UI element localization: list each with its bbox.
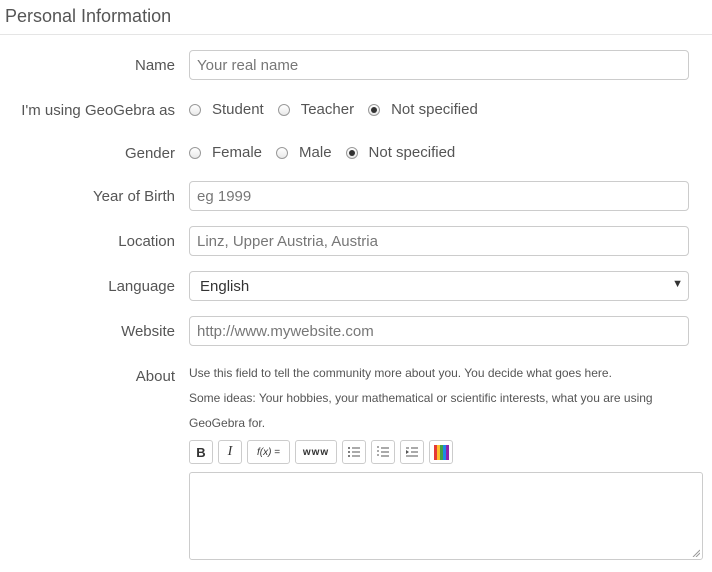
numbered-list-button[interactable] <box>371 440 395 464</box>
link-button[interactable]: www <box>295 440 337 464</box>
formula-button[interactable]: f(x) = <box>247 440 290 464</box>
website-label: Website <box>121 323 175 340</box>
role-not-specified-radio[interactable] <box>368 103 381 116</box>
color-icon <box>433 444 449 460</box>
link-icon: www <box>302 446 330 458</box>
italic-button[interactable]: I <box>218 440 242 464</box>
gender-male-radio[interactable] <box>276 146 289 159</box>
editor-toolbar: B I f(x) = www <box>189 440 458 464</box>
about-help-text: Use this field to tell the community mor… <box>189 361 709 436</box>
italic-icon: I <box>227 444 233 459</box>
resize-grip-icon[interactable] <box>692 549 700 557</box>
gender-radio-group: Female Male Not specified <box>189 144 469 161</box>
gender-female-radio[interactable] <box>189 146 201 159</box>
caret-down-icon: ▼ <box>672 278 683 290</box>
role-radio-group: Student Teacher Not specified <box>189 101 492 118</box>
language-value: English <box>200 278 250 295</box>
gender-not-specified-label: Not specified <box>368 144 456 161</box>
location-input[interactable] <box>189 226 689 256</box>
indent-list-icon <box>406 447 418 457</box>
role-student-radio[interactable] <box>189 103 201 116</box>
role-student-label: Student <box>212 101 264 118</box>
name-label: Name <box>134 57 175 74</box>
section-divider <box>0 34 712 35</box>
about-help-line-1: Use this field to tell the community mor… <box>189 366 612 380</box>
bullet-list-button[interactable] <box>342 440 366 464</box>
about-textarea[interactable] <box>189 472 703 560</box>
numbered-list-icon <box>377 446 389 457</box>
indent-list-button[interactable] <box>400 440 424 464</box>
role-label: I'm using GeoGebra as <box>21 102 175 119</box>
bold-button[interactable]: B <box>189 440 213 464</box>
name-input[interactable] <box>189 50 689 80</box>
year-of-birth-input[interactable] <box>189 181 689 211</box>
gender-not-specified-radio[interactable] <box>345 146 358 159</box>
website-input[interactable] <box>189 316 689 346</box>
bold-icon: B <box>196 444 206 460</box>
role-teacher-radio[interactable] <box>277 103 290 116</box>
gender-label: Gender <box>124 145 175 162</box>
location-label: Location <box>118 233 175 250</box>
about-help-line-2: Some ideas: Your hobbies, your mathemati… <box>189 391 653 430</box>
section-title: Personal Information <box>5 6 172 26</box>
about-label: About <box>135 368 175 385</box>
formula-icon: f(x) = <box>256 446 281 458</box>
language-label: Language <box>108 278 175 295</box>
year-of-birth-label: Year of Birth <box>93 188 175 205</box>
language-select[interactable]: English ▼ <box>189 271 689 301</box>
role-not-specified-label: Not specified <box>391 101 478 118</box>
color-button[interactable] <box>429 440 453 464</box>
gender-female-label: Female <box>212 144 263 161</box>
gender-male-label: Male <box>299 144 332 161</box>
role-teacher-label: Teacher <box>300 101 355 118</box>
bullet-list-icon <box>348 447 360 457</box>
